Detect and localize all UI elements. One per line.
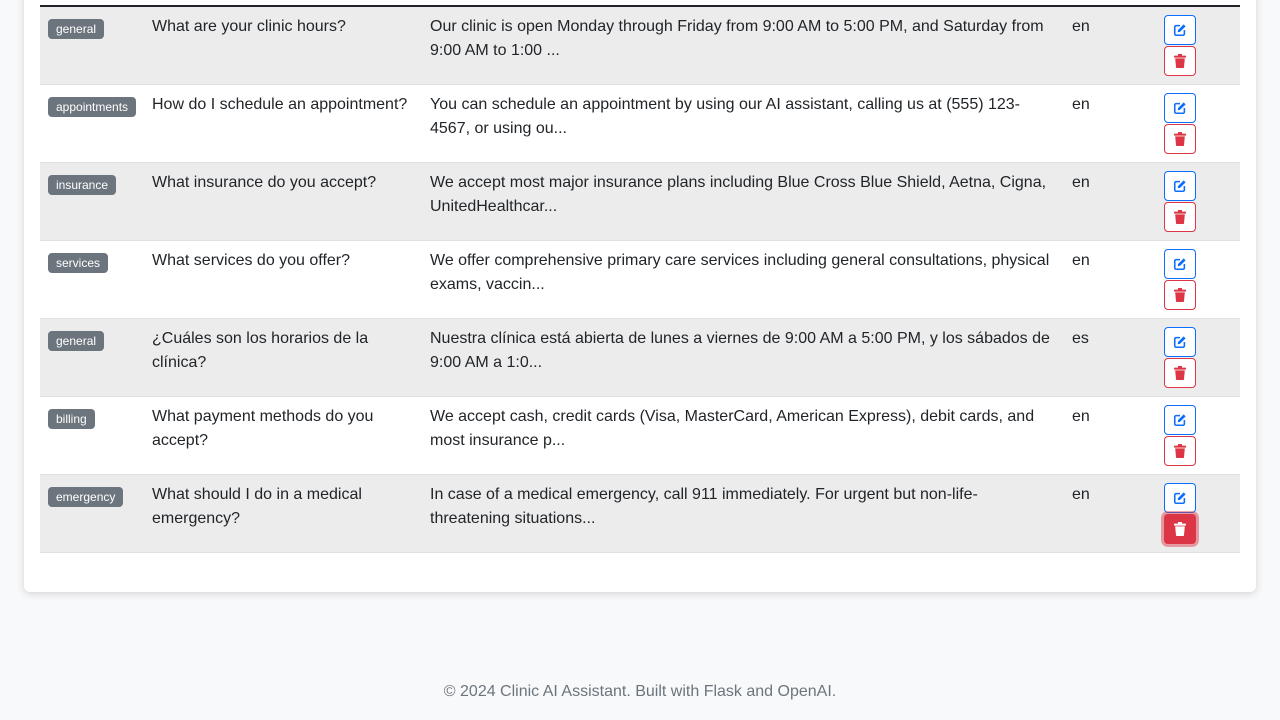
answer-cell: We accept cash, credit cards (Visa, Mast…: [422, 396, 1064, 475]
table-row: appointments How do I schedule an appoin…: [40, 84, 1240, 163]
delete-button[interactable]: [1164, 46, 1196, 76]
faq-table-body: general What are your clinic hours? Our …: [40, 6, 1240, 553]
edit-button[interactable]: [1164, 93, 1196, 123]
language-cell: en: [1064, 474, 1156, 553]
row-actions: [1164, 249, 1232, 310]
row-actions: [1164, 327, 1232, 388]
language-cell: en: [1064, 396, 1156, 475]
question-cell: How do I schedule an appointment?: [144, 84, 422, 163]
pencil-square-icon: [1173, 23, 1187, 37]
table-row: general ¿Cuáles son los horarios de la c…: [40, 318, 1240, 397]
row-actions: [1164, 405, 1232, 466]
delete-button[interactable]: [1164, 202, 1196, 232]
edit-button[interactable]: [1164, 483, 1196, 513]
answer-cell: We accept most major insurance plans inc…: [422, 162, 1064, 241]
table-row: billing What payment methods do you acce…: [40, 396, 1240, 475]
edit-button[interactable]: [1164, 249, 1196, 279]
category-badge: appointments: [48, 97, 137, 117]
table-row: insurance What insurance do you accept? …: [40, 162, 1240, 241]
category-badge: general: [48, 19, 105, 39]
row-actions: [1164, 15, 1232, 76]
pencil-square-icon: [1173, 413, 1187, 427]
language-cell: en: [1064, 84, 1156, 163]
trash-icon: [1174, 366, 1186, 380]
row-actions: [1164, 93, 1232, 154]
answer-cell: You can schedule an appointment by using…: [422, 84, 1064, 163]
language-cell: en: [1064, 240, 1156, 319]
question-cell: What are your clinic hours?: [144, 6, 422, 85]
delete-button[interactable]: [1164, 124, 1196, 154]
delete-button[interactable]: [1164, 514, 1196, 544]
edit-button[interactable]: [1164, 171, 1196, 201]
answer-cell: Nuestra clínica está abierta de lunes a …: [422, 318, 1064, 397]
language-cell: en: [1064, 162, 1156, 241]
edit-button[interactable]: [1164, 15, 1196, 45]
table-row: emergency What should I do in a medical …: [40, 474, 1240, 553]
edit-button[interactable]: [1164, 405, 1196, 435]
category-badge: general: [48, 331, 105, 351]
question-cell: What payment methods do you accept?: [144, 396, 422, 475]
trash-icon: [1174, 210, 1186, 224]
pencil-square-icon: [1173, 257, 1187, 271]
edit-button[interactable]: [1164, 327, 1196, 357]
pencil-square-icon: [1173, 335, 1187, 349]
pencil-square-icon: [1173, 101, 1187, 115]
category-badge: insurance: [48, 175, 117, 195]
category-badge: services: [48, 253, 109, 273]
answer-cell: In case of a medical emergency, call 911…: [422, 474, 1064, 553]
trash-icon: [1174, 522, 1186, 536]
question-cell: What should I do in a medical emergency?: [144, 474, 422, 553]
table-row: general What are your clinic hours? Our …: [40, 6, 1240, 85]
pencil-square-icon: [1173, 491, 1187, 505]
trash-icon: [1174, 132, 1186, 146]
faq-table: general What are your clinic hours? Our …: [40, 5, 1240, 553]
language-cell: es: [1064, 318, 1156, 397]
category-badge: emergency: [48, 487, 124, 507]
question-cell: What insurance do you accept?: [144, 162, 422, 241]
row-actions: [1164, 171, 1232, 232]
category-badge: billing: [48, 409, 95, 429]
question-cell: What services do you offer?: [144, 240, 422, 319]
table-row: services What services do you offer? We …: [40, 240, 1240, 319]
trash-icon: [1174, 444, 1186, 458]
answer-cell: We offer comprehensive primary care serv…: [422, 240, 1064, 319]
delete-button[interactable]: [1164, 436, 1196, 466]
delete-button[interactable]: [1164, 358, 1196, 388]
delete-button[interactable]: [1164, 280, 1196, 310]
answer-cell: Our clinic is open Monday through Friday…: [422, 6, 1064, 85]
language-cell: en: [1064, 6, 1156, 85]
trash-icon: [1174, 54, 1186, 68]
page-footer: © 2024 Clinic AI Assistant. Built with F…: [443, 683, 837, 700]
trash-icon: [1174, 288, 1186, 302]
row-actions: [1164, 483, 1232, 544]
pencil-square-icon: [1173, 179, 1187, 193]
question-cell: ¿Cuáles son los horarios de la clínica?: [144, 318, 422, 397]
